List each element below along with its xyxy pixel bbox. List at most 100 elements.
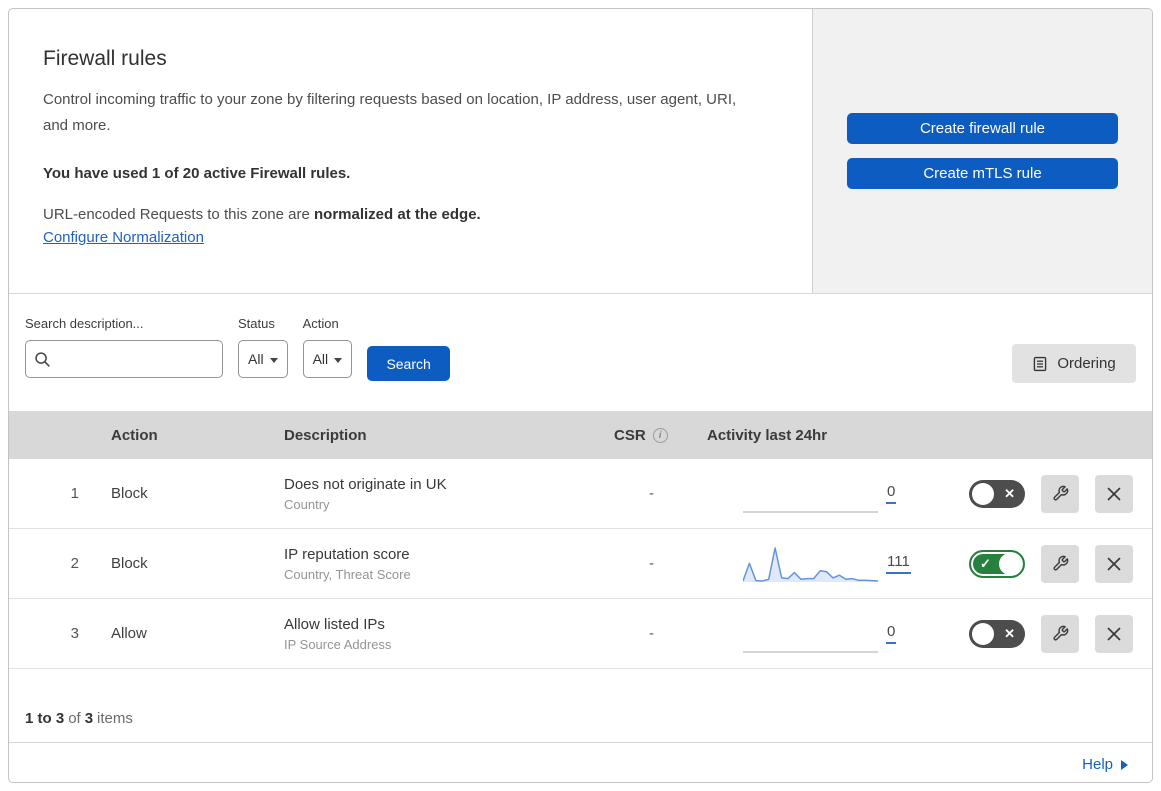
delete-rule-button[interactable]	[1095, 614, 1133, 653]
usage-summary: You have used 1 of 20 active Firewall ru…	[43, 165, 351, 182]
status-label: Status	[238, 316, 275, 331]
help-link-label: Help	[1082, 755, 1113, 773]
action-dropdown-value: All	[312, 351, 329, 367]
rule-description-cell: Allow listed IPs IP Source Address	[274, 616, 604, 652]
firewall-rules-card: Firewall rules Control incoming traffic …	[8, 8, 1153, 783]
rule-enabled-toggle[interactable]: ✓ ✕	[969, 549, 1025, 578]
activity-sparkline	[743, 510, 878, 513]
wrench-icon	[1052, 485, 1068, 501]
check-icon: ✓	[980, 555, 991, 571]
activity-count-link[interactable]: 0	[886, 483, 897, 504]
rule-enabled-toggle[interactable]: ✓ ✕	[969, 479, 1025, 508]
page-description: Control incoming traffic to your zone by…	[43, 91, 737, 134]
action-label: Action	[302, 316, 339, 331]
rule-priority: 3	[70, 625, 79, 642]
actions-panel: Create firewall rule Create mTLS rule	[812, 9, 1152, 293]
table-header-row: Action Description CSR i Activity last 2…	[9, 411, 1152, 459]
rule-csr-value: -	[649, 625, 654, 642]
rule-controls: ✓ ✕	[919, 544, 1152, 583]
range-text: 1 to 3	[25, 710, 65, 727]
action-field: Action All	[302, 316, 353, 411]
info-icon[interactable]: i	[652, 427, 668, 443]
search-icon	[35, 351, 50, 367]
rule-action: Block	[111, 555, 148, 572]
rule-enabled-toggle[interactable]: ✓ ✕	[969, 619, 1025, 648]
rule-action: Block	[111, 485, 148, 502]
of-text: of	[68, 710, 81, 727]
x-icon	[1107, 487, 1121, 500]
rule-activity-cell: 0	[699, 614, 919, 654]
wrench-icon	[1052, 555, 1068, 571]
triangle-right-icon	[1121, 760, 1128, 770]
activity-count-link[interactable]: 0	[886, 623, 897, 644]
rule-criteria: Country, Threat Score	[284, 566, 411, 582]
activity-count-link[interactable]: 111	[886, 553, 911, 574]
table-row: 2 Block IP reputation score Country, Thr…	[9, 529, 1152, 599]
items-text: items	[97, 710, 133, 727]
rule-criteria: Country	[284, 496, 330, 512]
x-icon	[1107, 557, 1121, 570]
rule-priority: 2	[70, 555, 79, 572]
cross-icon: ✕	[1004, 485, 1015, 501]
rule-activity-cell: 111	[699, 544, 919, 584]
status-dropdown[interactable]: All	[238, 340, 288, 378]
activity-sparkline	[743, 650, 878, 653]
chevron-down-icon	[334, 357, 343, 363]
action-dropdown[interactable]: All	[302, 340, 353, 378]
header-section: Firewall rules Control incoming traffic …	[9, 9, 1152, 294]
chevron-down-icon	[269, 357, 278, 363]
rule-activity-cell: 0	[699, 474, 919, 514]
rule-description[interactable]: Does not originate in UK	[284, 476, 604, 493]
toggle-knob	[972, 622, 994, 645]
search-input[interactable]	[57, 351, 214, 367]
activity-sparkline	[743, 546, 878, 582]
edit-rule-button[interactable]	[1041, 544, 1079, 583]
rule-description[interactable]: IP reputation score	[284, 546, 604, 563]
rule-action: Allow	[111, 625, 147, 642]
rule-description-cell: Does not originate in UK Country	[274, 476, 604, 512]
status-field: Status All	[238, 316, 288, 411]
configure-normalization-link[interactable]: Configure Normalization	[43, 229, 204, 246]
rule-csr-value: -	[649, 555, 654, 572]
delete-rule-button[interactable]	[1095, 474, 1133, 513]
ordering-button[interactable]: Ordering	[1012, 344, 1136, 383]
rule-controls: ✓ ✕	[919, 614, 1152, 653]
ordering-list-icon	[1034, 356, 1047, 371]
search-field: Search description...	[25, 316, 223, 411]
table-row: 3 Allow Allow listed IPs IP Source Addre…	[9, 599, 1152, 669]
x-icon	[1107, 627, 1121, 640]
ordering-button-label: Ordering	[1057, 355, 1116, 372]
csr-header-label: CSR	[614, 426, 646, 444]
help-bar: Help	[9, 742, 1152, 782]
rule-controls: ✓ ✕	[919, 474, 1152, 513]
edit-rule-button[interactable]	[1041, 614, 1079, 653]
search-label: Search description...	[25, 316, 144, 331]
total-text: 3	[84, 710, 94, 727]
pagination-summary: 1 to 3 of 3 items	[9, 669, 1152, 742]
status-dropdown-value: All	[248, 351, 264, 367]
table-row: 1 Block Does not originate in UK Country…	[9, 459, 1152, 529]
wrench-icon	[1052, 625, 1068, 641]
toggle-knob	[999, 552, 1021, 575]
rule-csr-value: -	[649, 485, 654, 502]
help-link[interactable]: Help	[1082, 756, 1128, 773]
search-box[interactable]	[25, 340, 223, 378]
delete-rule-button[interactable]	[1095, 544, 1133, 583]
normalization-bold: normalized at the edge.	[314, 206, 481, 223]
rule-criteria: IP Source Address	[284, 636, 392, 652]
page-title: Firewall rules	[43, 47, 167, 70]
rule-description[interactable]: Allow listed IPs	[284, 616, 604, 633]
normalization-prefix: URL-encoded Requests to this zone are	[43, 206, 314, 223]
toggle-knob	[972, 482, 994, 505]
column-header-action: Action	[111, 426, 158, 444]
create-mtls-rule-button[interactable]: Create mTLS rule	[847, 158, 1118, 189]
normalization-note: URL-encoded Requests to this zone are no…	[43, 206, 772, 223]
column-header-csr: CSR i	[604, 427, 699, 444]
filter-bar: Search description... Status All Action …	[9, 294, 1152, 411]
create-firewall-rule-button[interactable]: Create firewall rule	[847, 113, 1118, 144]
rule-description-cell: IP reputation score Country, Threat Scor…	[274, 546, 604, 582]
edit-rule-button[interactable]	[1041, 474, 1079, 513]
rule-priority: 1	[70, 485, 79, 502]
search-button[interactable]: Search	[367, 346, 451, 381]
cross-icon: ✕	[1004, 625, 1015, 641]
